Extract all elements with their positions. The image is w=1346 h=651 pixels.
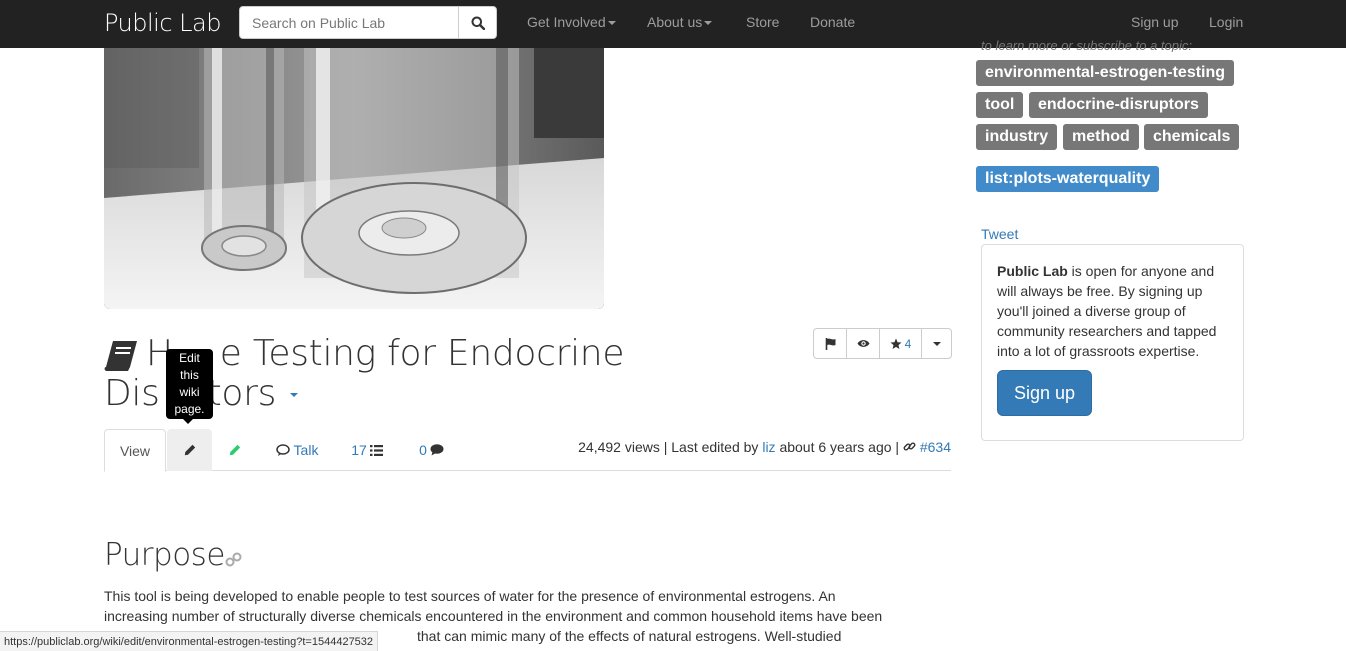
tooltip-line: page. bbox=[174, 402, 205, 416]
tag-endocrine-disruptors[interactable]: endocrine-disruptors bbox=[1029, 92, 1208, 118]
comments-count: 0 bbox=[419, 442, 427, 458]
chevron-down-icon bbox=[932, 341, 941, 346]
sidebar-hint-text: to learn more or subscribe to a topic: bbox=[981, 38, 1192, 52]
signup-button[interactable]: Sign up bbox=[997, 370, 1092, 416]
edit-tooltip: Edit this wiki page. bbox=[166, 349, 213, 419]
tab-revisions[interactable]: 17 bbox=[342, 429, 392, 471]
subscribe-button[interactable] bbox=[846, 328, 880, 359]
views-text: 24,492 views | Last edited by bbox=[578, 439, 759, 455]
paragraph-line: This tool is being developed to enable p… bbox=[104, 588, 836, 604]
tweet-link[interactable]: Tweet bbox=[981, 226, 1018, 242]
chevron-down-icon bbox=[704, 21, 713, 26]
edited-time: about 6 years ago | bbox=[779, 439, 900, 455]
tooltip-arrow bbox=[183, 419, 193, 424]
hero-image bbox=[104, 48, 604, 309]
browser-status-bar: https://publiclab.org/wiki/edit/environm… bbox=[0, 631, 379, 651]
page-title-part: e Testing for Endocrine bbox=[219, 333, 625, 374]
section-heading-purpose: Purpose bbox=[104, 537, 225, 573]
tag-chemicals[interactable]: chemicals bbox=[1144, 124, 1240, 150]
chevron-down-icon bbox=[607, 21, 616, 26]
nav-about-us[interactable]: About us bbox=[647, 14, 713, 30]
paragraph-line: increasing number of structurally divers… bbox=[104, 608, 883, 624]
eye-icon bbox=[857, 340, 869, 347]
nav-get-involved[interactable]: Get Involved bbox=[527, 14, 616, 30]
author-link[interactable]: liz bbox=[762, 439, 775, 455]
revisions-count: 17 bbox=[351, 442, 367, 458]
tab-rich-edit[interactable] bbox=[212, 429, 257, 471]
tag-method[interactable]: method bbox=[1063, 124, 1139, 150]
like-count: 4 bbox=[904, 336, 912, 351]
search-button[interactable] bbox=[458, 6, 497, 39]
pencil-icon bbox=[184, 444, 195, 456]
tab-talk[interactable]: Talk bbox=[262, 429, 332, 471]
comments-icon bbox=[275, 444, 290, 456]
tooltip-line: wiki bbox=[179, 385, 200, 399]
page-title-part: tors bbox=[207, 373, 277, 414]
search-input[interactable] bbox=[239, 6, 459, 39]
pencil-icon bbox=[229, 444, 240, 456]
nav-about-us-label: About us bbox=[647, 14, 703, 30]
tag-tool[interactable]: tool bbox=[976, 92, 1024, 118]
flag-button[interactable] bbox=[813, 328, 847, 359]
star-icon bbox=[890, 338, 902, 349]
node-link[interactable]: #634 bbox=[920, 439, 951, 455]
nav-signup[interactable]: Sign up bbox=[1131, 14, 1178, 30]
nav-get-involved-label: Get Involved bbox=[527, 14, 606, 30]
brand-logo[interactable]: Public Lab bbox=[104, 9, 221, 37]
search-icon bbox=[471, 16, 485, 30]
signup-panel: Public Lab is open for anyone and will a… bbox=[981, 244, 1244, 441]
nav-donate[interactable]: Donate bbox=[810, 14, 855, 30]
nav-login[interactable]: Login bbox=[1209, 14, 1243, 30]
link-icon bbox=[903, 442, 916, 451]
page-action-buttons: 4 bbox=[813, 328, 952, 359]
list-icon bbox=[369, 444, 383, 456]
nav-store[interactable]: Store bbox=[746, 14, 779, 30]
signup-description: Public Lab is open for anyone and will a… bbox=[997, 261, 1232, 361]
tab-talk-label: Talk bbox=[293, 442, 319, 458]
tab-view[interactable]: View bbox=[104, 429, 166, 472]
page-title-part: Dis bbox=[104, 373, 160, 414]
search-form bbox=[239, 6, 497, 39]
page-meta: 24,492 views | Last edited by liz about … bbox=[578, 439, 951, 455]
tab-comments[interactable]: 0 bbox=[409, 429, 454, 471]
tag-industry[interactable]: industry bbox=[976, 124, 1058, 150]
tag-list-plots-waterquality[interactable]: list:plots-waterquality bbox=[976, 166, 1160, 192]
title-dropdown-caret[interactable] bbox=[290, 393, 299, 397]
more-actions-button[interactable] bbox=[921, 328, 952, 359]
tooltip-line: this bbox=[180, 368, 199, 382]
tab-edit[interactable] bbox=[167, 429, 212, 471]
tooltip-line: Edit bbox=[179, 351, 200, 365]
like-button[interactable]: 4 bbox=[879, 328, 922, 359]
comment-icon bbox=[430, 444, 444, 456]
flag-icon bbox=[825, 337, 835, 350]
tag-environmental-estrogen-testing[interactable]: environmental-estrogen-testing bbox=[976, 60, 1235, 86]
link-icon[interactable] bbox=[225, 552, 243, 568]
signup-brand: Public Lab bbox=[997, 263, 1068, 279]
wiki-tabs: View Talk 17 0 24,492 views | Last edite… bbox=[104, 429, 951, 472]
